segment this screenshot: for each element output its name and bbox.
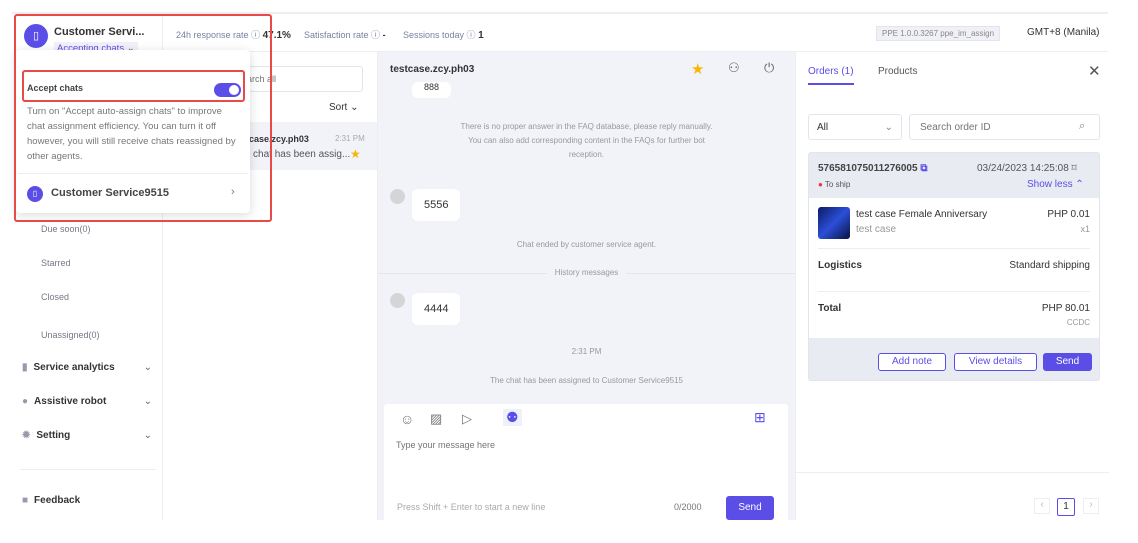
status-filter-select[interactable]: All ⌄ — [808, 114, 902, 140]
message-bubble: 5556 — [412, 189, 461, 221]
sort-dropdown[interactable]: Sort ⌄ — [329, 102, 359, 113]
total-value: PHP 80.01 — [1041, 303, 1090, 314]
chart-icon: ▮ — [22, 362, 28, 373]
bookmark-icon[interactable]: ⌑ — [1072, 163, 1077, 174]
page-1-button[interactable]: 1 — [1057, 498, 1075, 516]
order-date: 03/24/2023 14:25:08 ⌑ — [977, 163, 1077, 174]
nav-service-analytics[interactable]: ▮ Service analytics ⌄ — [22, 362, 152, 373]
message-bubble: 888 — [412, 82, 452, 98]
stat-satisfaction: Satisfaction rate ⓘ - — [304, 30, 386, 40]
chevron-down-icon: ⌄ — [143, 362, 152, 373]
emoji-icon[interactable]: ☺ — [400, 411, 414, 427]
gear-icon: ✹ — [22, 430, 31, 441]
tab-orders[interactable]: Orders (1) — [808, 66, 854, 85]
apps-grid-icon[interactable]: ⊞ — [754, 409, 766, 426]
product-price: PHP 0.01 — [1047, 209, 1090, 220]
chevron-down-icon: ⌄ — [143, 430, 152, 441]
close-icon[interactable]: ✕ — [1088, 62, 1101, 80]
highlight-box — [14, 14, 272, 222]
composer: ☺ ▨ ▷ ⚉ ⊞ Press Shift + Enter to start a… — [384, 404, 788, 528]
product-qty: x1 — [1080, 224, 1090, 234]
next-page-button[interactable]: › — [1083, 498, 1099, 514]
nav-setting[interactable]: ✹ Setting ⌄ — [22, 430, 152, 441]
video-icon[interactable]: ▷ — [462, 411, 472, 427]
version-badge: PPE 1.0.0.3267 ppe_im_assign — [876, 26, 1001, 41]
order-search-input[interactable] — [909, 114, 1100, 140]
nav-feedback[interactable]: ■ Feedback — [22, 495, 152, 506]
orders-panel: Orders (1) Products ✕ All⌄ ⌕ 57658107501… — [795, 52, 1109, 520]
nav-starred[interactable]: Starred — [41, 258, 71, 268]
input-hint: Press Shift + Enter to start a new line — [397, 502, 546, 512]
search-icon[interactable]: ⌕ — [1079, 120, 1085, 133]
image-icon[interactable]: ▨ — [430, 411, 442, 427]
logistics-value: Standard shipping — [1009, 260, 1090, 271]
show-less-toggle[interactable]: Show less ⌃ — [1027, 179, 1084, 190]
order-id: 576581075011276005 ⧉ — [818, 163, 928, 174]
system-message: The chat has been assigned to Customer S… — [489, 376, 683, 385]
timezone[interactable]: GMT+8 (Manila) — [1027, 27, 1100, 38]
product-name: test case Female Anniversary — [856, 209, 988, 220]
chevron-down-icon: ⌄ — [143, 396, 152, 407]
payment-method: CCDC — [1066, 318, 1090, 327]
order-status: ● To ship — [818, 180, 851, 189]
system-message: Chat ended by customer service agent. — [516, 240, 657, 249]
stat-sessions: Sessions today ⓘ 1 — [403, 30, 484, 41]
nav-unassigned[interactable]: Unassigned(0) — [41, 330, 100, 340]
robot-icon[interactable]: ⚉ — [503, 409, 522, 426]
nav-closed[interactable]: Closed — [41, 292, 69, 302]
prev-page-button[interactable]: ‹ — [1034, 498, 1050, 514]
robot-icon: ● — [22, 396, 29, 407]
nav-due-soon[interactable]: Due soon(0) — [41, 224, 91, 234]
star-icon[interactable]: ★ — [691, 60, 704, 78]
message-input[interactable] — [396, 440, 776, 490]
product-thumbnail — [818, 207, 850, 239]
chat-title: testcase.zcy.ph03 — [390, 64, 475, 75]
star-icon[interactable]: ★ — [350, 147, 361, 161]
system-message: There is no proper answer in the FAQ dat… — [460, 122, 713, 159]
char-counter: 0/2000 — [674, 502, 702, 512]
feedback-icon: ■ — [22, 495, 29, 506]
order-card: 576581075011276005 ⧉ 03/24/2023 14:25:08… — [808, 152, 1100, 381]
chat-panel: testcase.zcy.ph03 ★ ⚇ ⏻ 888 There is no … — [378, 52, 795, 528]
nav-assistive-robot[interactable]: ● Assistive robot ⌄ — [22, 396, 152, 407]
send-button[interactable]: Send — [726, 496, 774, 520]
user-avatar-icon — [390, 293, 405, 308]
message-bubble: 4444 — [412, 293, 461, 325]
history-divider: History messages — [546, 268, 627, 277]
timestamp: 2:31 PM — [571, 347, 602, 356]
add-note-button[interactable]: Add note — [878, 353, 946, 371]
user-avatar-icon — [390, 189, 405, 204]
power-icon[interactable]: ⏻ — [764, 60, 774, 76]
highlight-box-toggle — [22, 70, 245, 102]
tab-products[interactable]: Products — [878, 66, 917, 77]
view-details-button[interactable]: View details — [954, 353, 1037, 371]
stats-bar: 24h response rate ⓘ 47.1% Satisfaction r… — [163, 14, 1108, 52]
product-variant: test case — [856, 224, 897, 235]
transfer-user-icon[interactable]: ⚇ — [728, 60, 740, 76]
send-order-button[interactable]: Send — [1043, 353, 1092, 371]
copy-icon[interactable]: ⧉ — [920, 163, 927, 174]
